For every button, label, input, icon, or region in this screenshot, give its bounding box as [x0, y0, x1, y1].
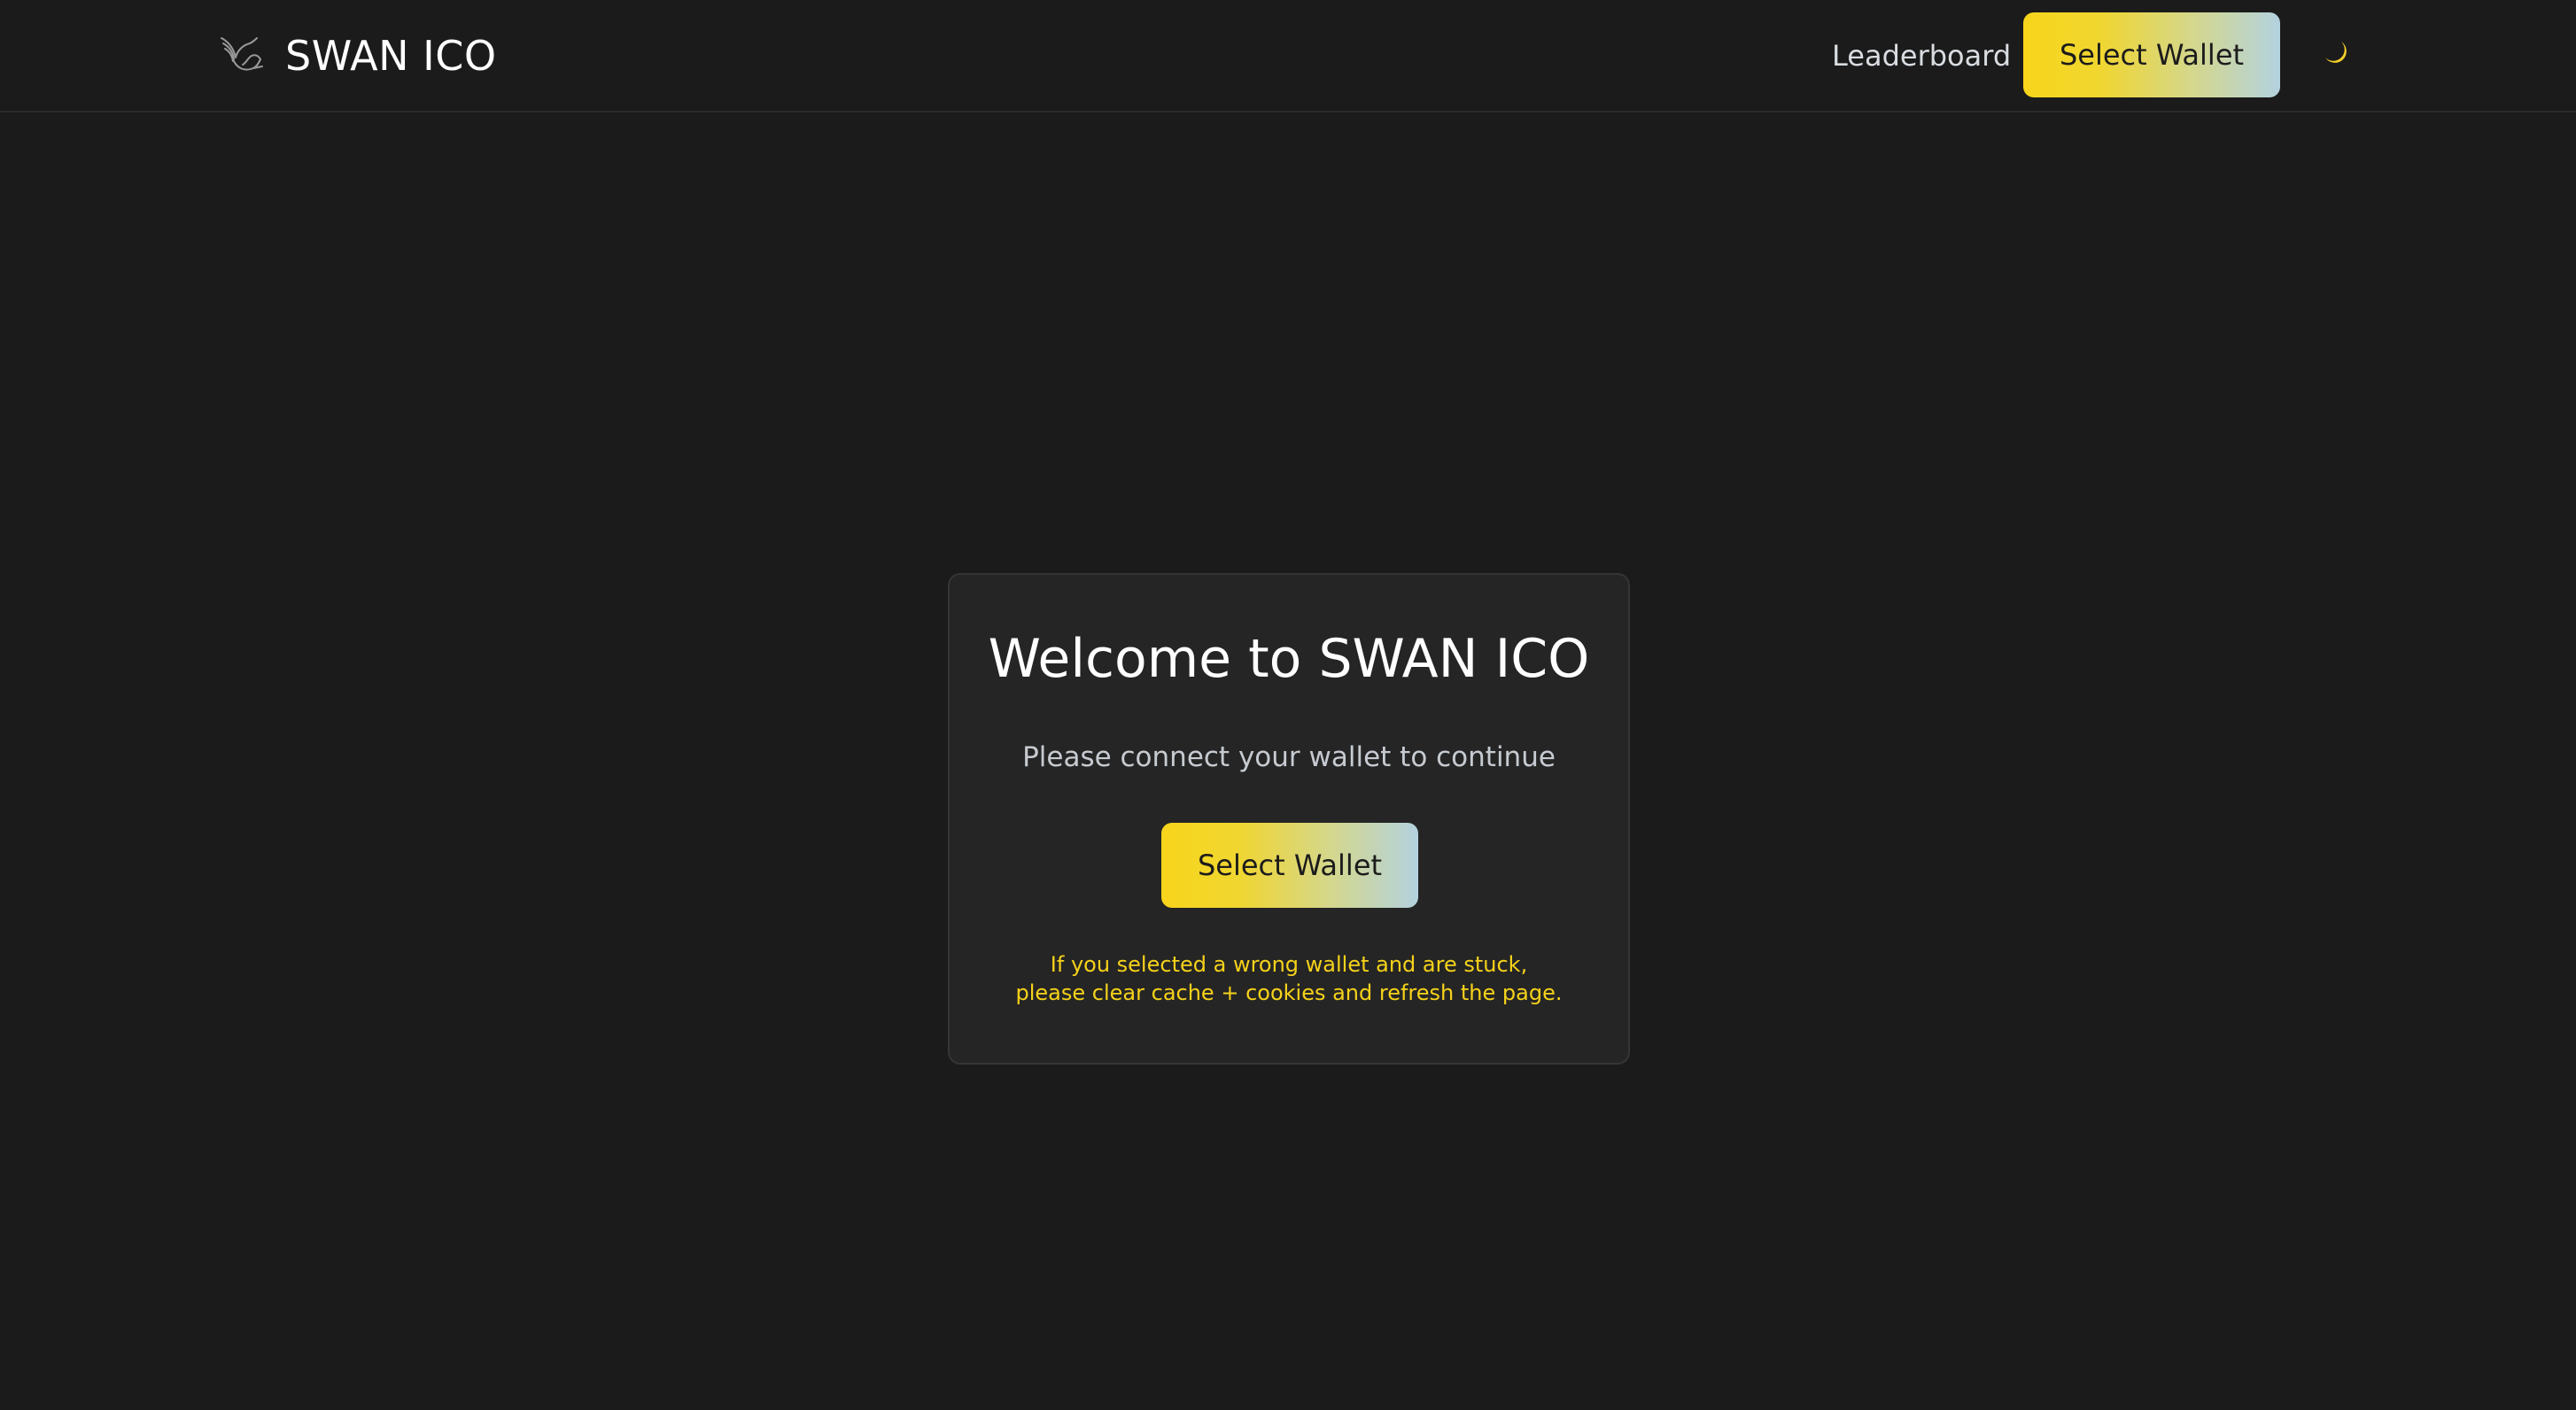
brand-name: SWAN ICO — [285, 32, 497, 80]
connect-wallet-prompt: Please connect your wallet to continue — [1022, 741, 1556, 773]
warning-line-1: If you selected a wrong wallet and are s… — [1050, 952, 1528, 977]
moon-icon — [2322, 38, 2352, 72]
connect-wallet-card: Welcome to SWAN ICO Please connect your … — [948, 573, 1630, 1065]
top-navbar: SWAN ICO Leaderboard Select Wallet — [0, 0, 2576, 112]
warning-line-2: please clear cache + cookies and refresh… — [1015, 980, 1563, 1005]
theme-toggle-button[interactable] — [2319, 37, 2355, 73]
swan-icon — [216, 31, 266, 81]
app-page: SWAN ICO Leaderboard Select Wallet Welco… — [0, 0, 2576, 1410]
wallet-warning-text: If you selected a wrong wallet and are s… — [950, 950, 1628, 1007]
nav-leaderboard-link[interactable]: Leaderboard — [1832, 32, 2011, 80]
card-select-wallet-button[interactable]: Select Wallet — [1161, 823, 1418, 908]
brand[interactable]: SWAN ICO — [216, 27, 497, 85]
header-select-wallet-button[interactable]: Select Wallet — [2023, 12, 2280, 97]
welcome-title: Welcome to SWAN ICO — [988, 628, 1590, 690]
